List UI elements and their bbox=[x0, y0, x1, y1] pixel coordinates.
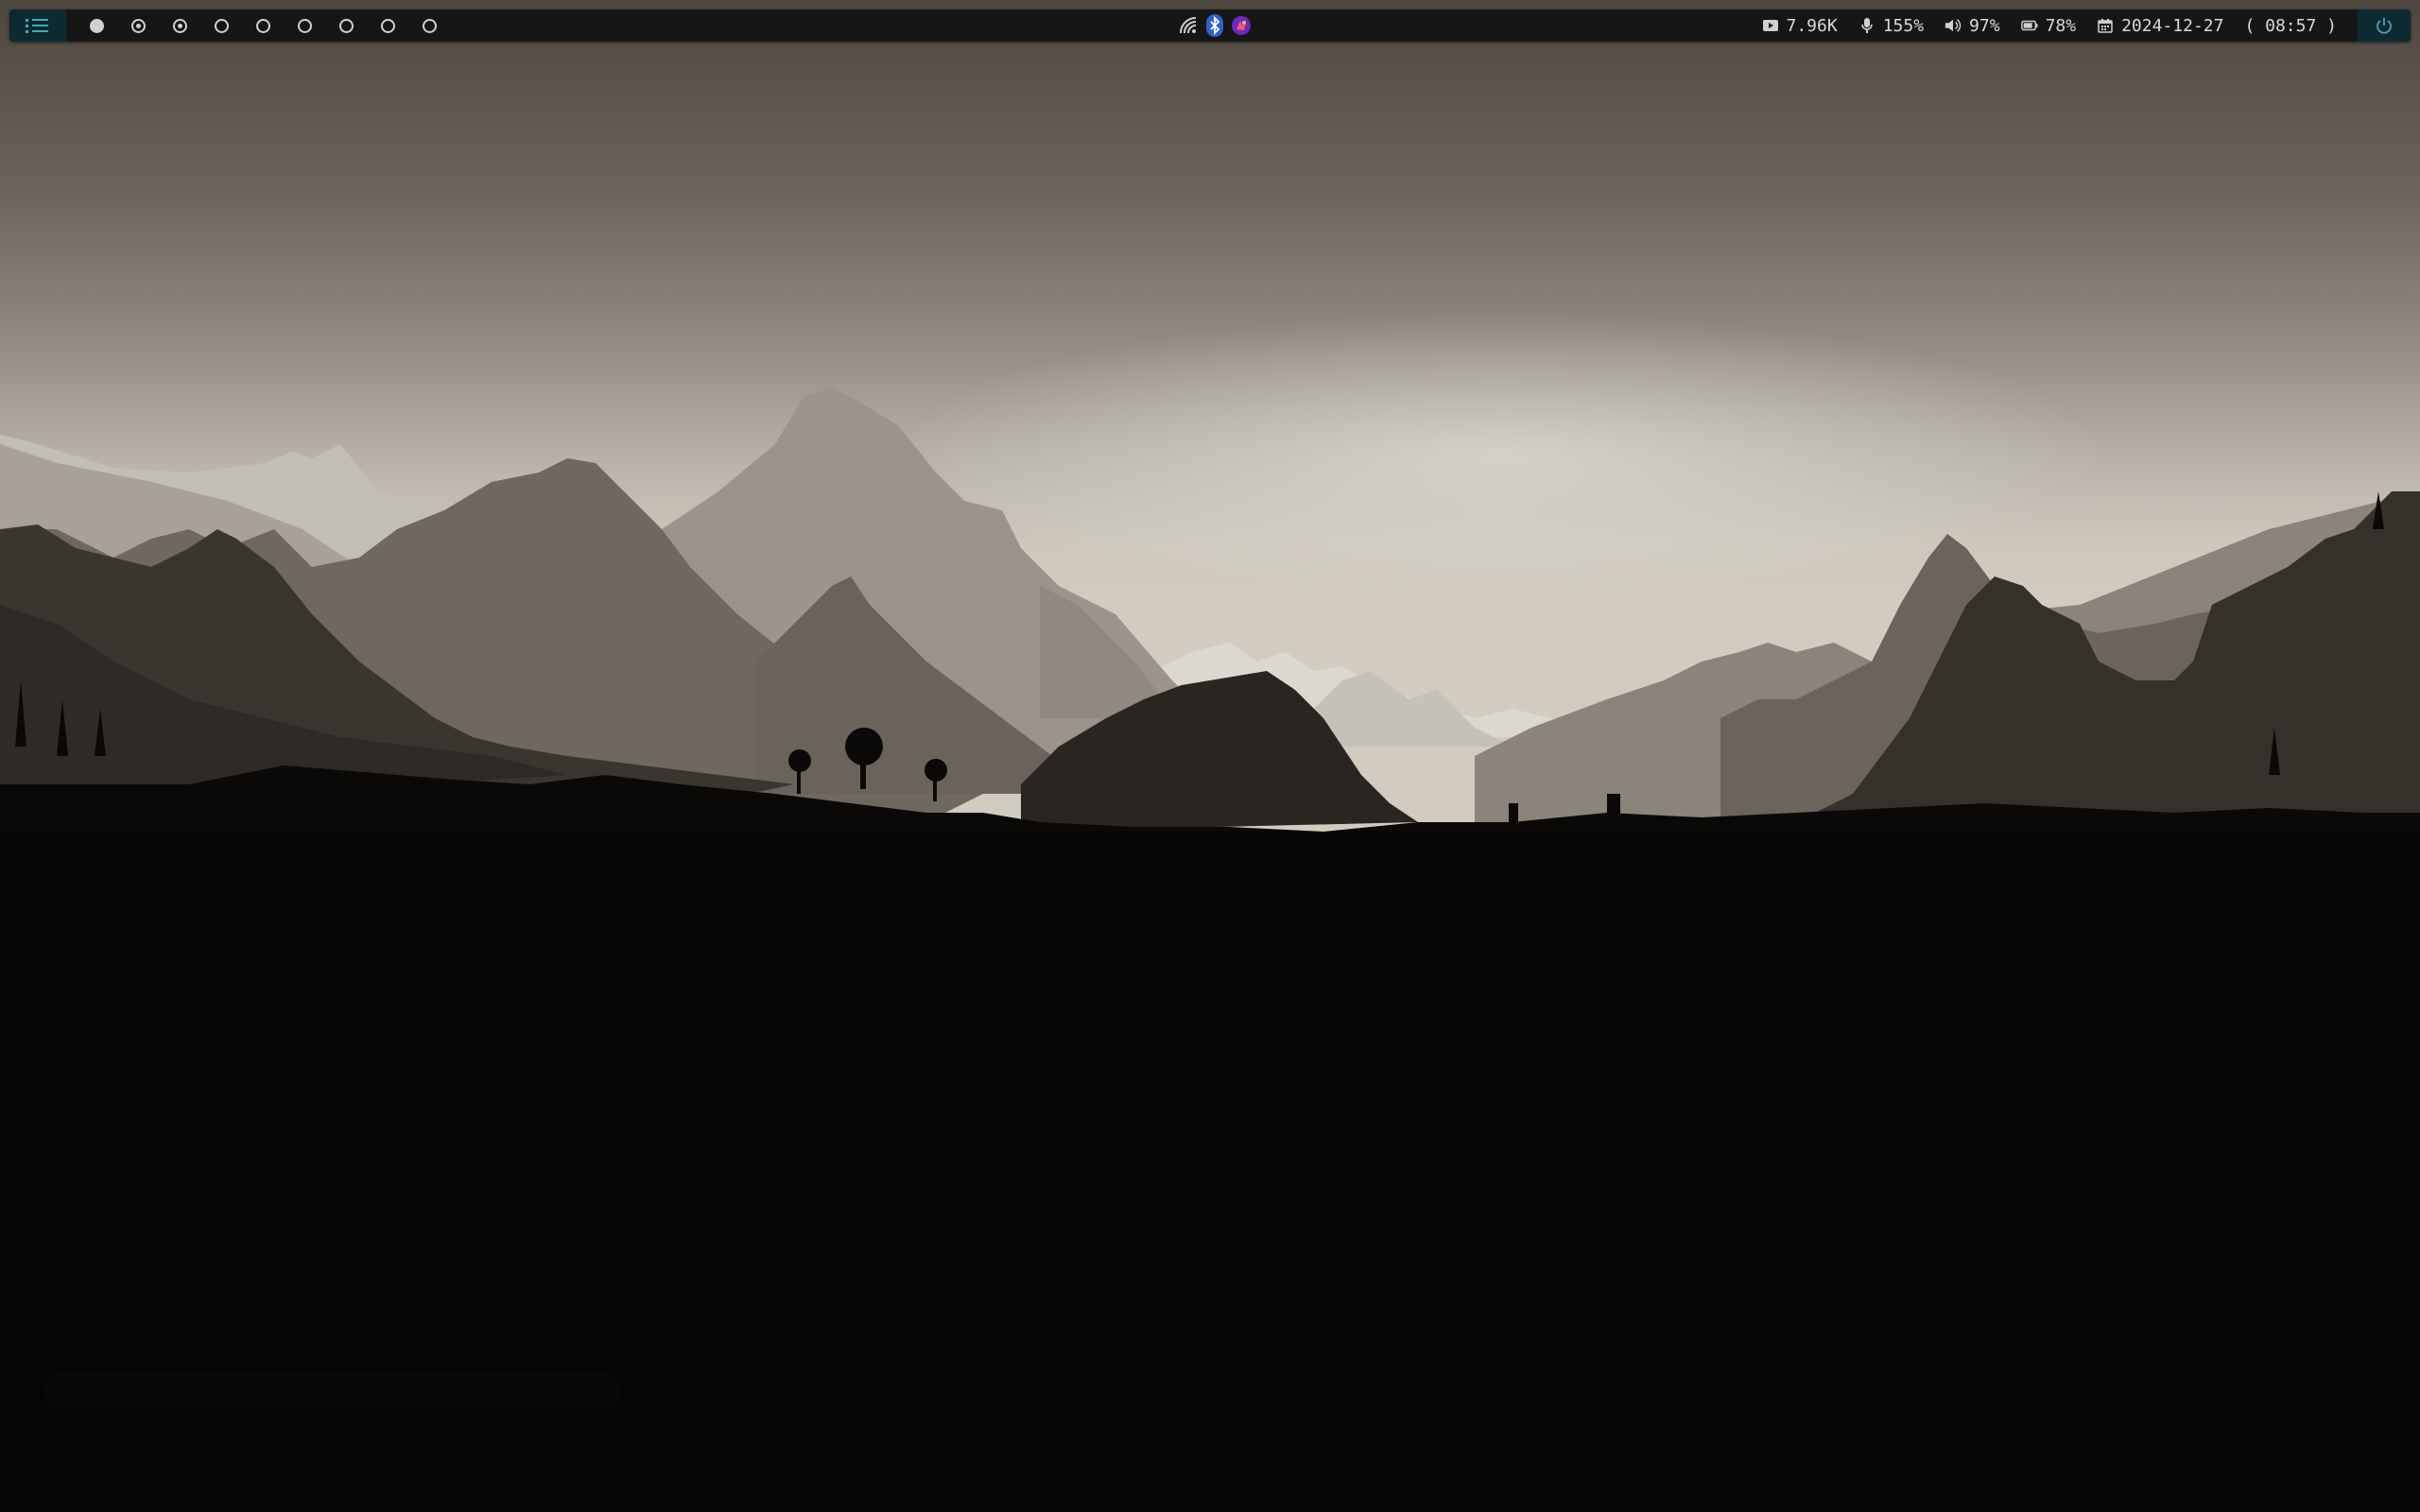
power-icon bbox=[2377, 18, 2392, 34]
bar-left-section bbox=[9, 9, 450, 42]
workspace-7[interactable] bbox=[325, 9, 367, 42]
date-module[interactable]: 2024-12-27 bbox=[2097, 16, 2223, 36]
circle-filled-icon bbox=[89, 18, 104, 33]
circle-dot-icon bbox=[130, 18, 146, 33]
circle-outline-icon bbox=[422, 18, 437, 33]
faint-dock-outline bbox=[45, 1372, 620, 1408]
microphone-level-value: 155% bbox=[1882, 15, 1925, 36]
workspace-8[interactable] bbox=[367, 9, 408, 42]
workspace-3[interactable] bbox=[159, 9, 200, 42]
workspace-5[interactable] bbox=[242, 9, 284, 42]
app-launcher-button[interactable] bbox=[9, 9, 66, 42]
workspace-9[interactable] bbox=[408, 9, 450, 42]
volume-value: 97% bbox=[1969, 15, 2000, 36]
workspace-2[interactable] bbox=[117, 9, 159, 42]
circle-outline-icon bbox=[297, 18, 312, 33]
desktop: 7.96K 155% 97% 78% 2024-12-27 (08:57) bbox=[0, 0, 2420, 1512]
circle-outline-icon bbox=[255, 18, 270, 33]
circle-outline-icon bbox=[338, 18, 354, 33]
bar-right-section: 7.96K 155% 97% 78% 2024-12-27 (08:57) bbox=[1762, 9, 2411, 42]
circle-outline-icon bbox=[214, 18, 229, 33]
circle-dot-icon bbox=[172, 18, 187, 33]
battery-module[interactable]: 78% bbox=[2020, 15, 2077, 36]
network-activity-icon bbox=[1762, 17, 1779, 34]
microphone-module[interactable]: 155% bbox=[1858, 16, 1924, 36]
battery-value: 78% bbox=[2045, 15, 2077, 36]
workspace-1[interactable] bbox=[76, 9, 117, 42]
bluetooth-icon[interactable] bbox=[1204, 14, 1225, 37]
wifi-icon[interactable] bbox=[1178, 15, 1199, 36]
network-speed-value: 7.96K bbox=[1786, 15, 1838, 36]
menu-list-icon bbox=[26, 19, 48, 33]
calendar-icon bbox=[2097, 17, 2114, 34]
speaker-volume-icon bbox=[1945, 17, 1962, 34]
circle-outline-icon bbox=[380, 18, 395, 33]
workspace-6[interactable] bbox=[284, 9, 325, 42]
time-value: ( 08:57 ) bbox=[2244, 15, 2337, 36]
microphone-icon bbox=[1858, 17, 1876, 34]
workspace-switcher bbox=[76, 9, 450, 42]
date-value: 2024-12-27 bbox=[2121, 15, 2224, 36]
volume-module[interactable]: 97% bbox=[1945, 16, 2000, 36]
app-indicator-icon[interactable] bbox=[1231, 15, 1252, 36]
top-status-bar: 7.96K 155% 97% 78% 2024-12-27 (08:57) bbox=[9, 9, 2411, 42]
workspace-4[interactable] bbox=[200, 9, 242, 42]
wallpaper-mountain-landscape bbox=[0, 0, 2420, 1512]
system-tray bbox=[1178, 9, 1252, 42]
clock-module[interactable]: ( 08:57 ) bbox=[2244, 16, 2337, 36]
network-speed-module[interactable]: 7.96K bbox=[1762, 16, 1838, 36]
power-button[interactable] bbox=[2358, 9, 2411, 42]
battery-icon bbox=[2020, 17, 2038, 34]
